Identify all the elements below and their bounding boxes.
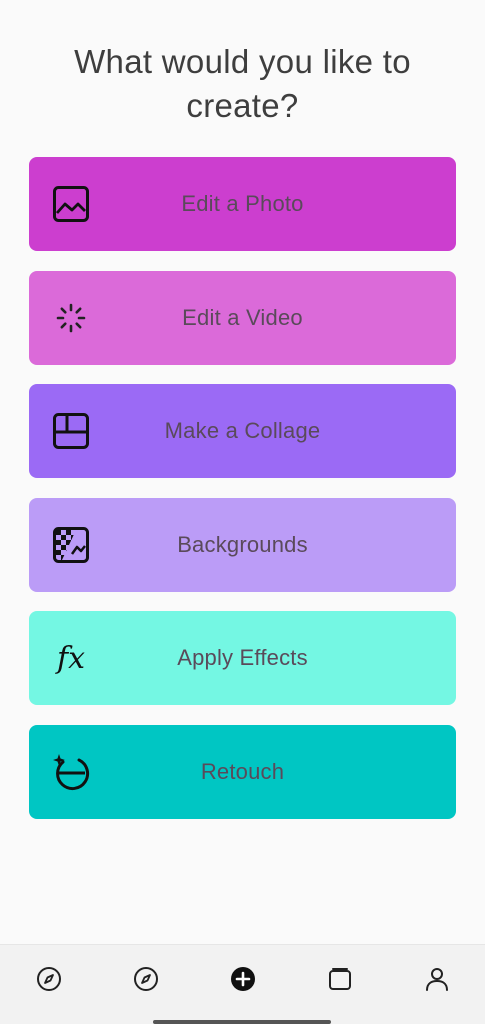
collage-layout-icon: [51, 411, 91, 451]
fx-icon: fx: [51, 638, 91, 678]
home-indicator: [153, 1020, 331, 1024]
backgrounds-label: Backgrounds: [177, 531, 308, 557]
profile-icon: [424, 966, 450, 997]
apply-effects-button[interactable]: fx Apply Effects: [29, 611, 456, 705]
make-collage-label: Make a Collage: [164, 418, 321, 443]
edit-video-button[interactable]: Edit a Video: [29, 270, 456, 365]
nav-gallery[interactable]: [316, 964, 364, 998]
gallery-icon: [327, 966, 353, 997]
bottom-navigation-bar: [0, 944, 485, 1024]
backgrounds-button[interactable]: Backgrounds: [29, 497, 456, 592]
create-plus-icon: [229, 965, 257, 998]
compass-icon: [36, 966, 62, 997]
photo-icon: [51, 184, 91, 224]
fx-icon-text: fx: [56, 640, 86, 676]
nav-create[interactable]: [219, 964, 267, 998]
explore-compass-icon: [133, 966, 159, 997]
retouch-face-icon: [51, 752, 91, 792]
loading-spinner-icon: [51, 298, 91, 338]
create-options-list: Edit a Photo Edit a Video Make a Collage…: [29, 157, 456, 838]
edit-photo-label: Edit a Photo: [181, 191, 304, 216]
background-checker-icon: [51, 525, 91, 565]
nav-discover[interactable]: [122, 964, 170, 998]
retouch-label: Retouch: [200, 758, 285, 784]
retouch-button[interactable]: Retouch: [29, 724, 456, 819]
edit-video-label: Edit a Video: [182, 304, 303, 330]
apply-effects-label: Apply Effects: [177, 645, 308, 670]
make-collage-button[interactable]: Make a Collage: [29, 384, 456, 478]
edit-photo-button[interactable]: Edit a Photo: [29, 157, 456, 251]
page-title: What would you like to create?: [74, 43, 411, 124]
nav-profile[interactable]: [413, 964, 461, 998]
nav-home[interactable]: [25, 964, 73, 998]
